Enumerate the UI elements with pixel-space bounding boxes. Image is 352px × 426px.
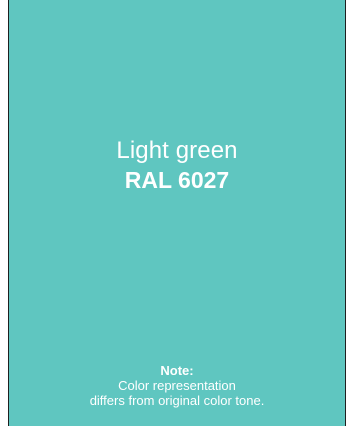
color-name-part2: green (175, 137, 238, 164)
color-swatch: Light green RAL 6027 Note: Color represe… (8, 0, 346, 426)
note-block: Note: Color representation differs from … (8, 363, 346, 408)
note-line-1: Color representation (118, 378, 236, 393)
color-card-frame: Light green RAL 6027 Note: Color represe… (0, 0, 352, 426)
note-line-2: differs from original color tone. (89, 393, 265, 408)
color-name: Light green (8, 137, 346, 165)
color-name-part1: Light (116, 137, 169, 164)
color-code: RAL 6027 (124, 167, 230, 193)
swatch-right-border (345, 0, 346, 426)
swatch-left-border (8, 0, 9, 426)
color-title: Light green RAL 6027 (8, 137, 346, 194)
note-label: Note: (160, 363, 194, 378)
